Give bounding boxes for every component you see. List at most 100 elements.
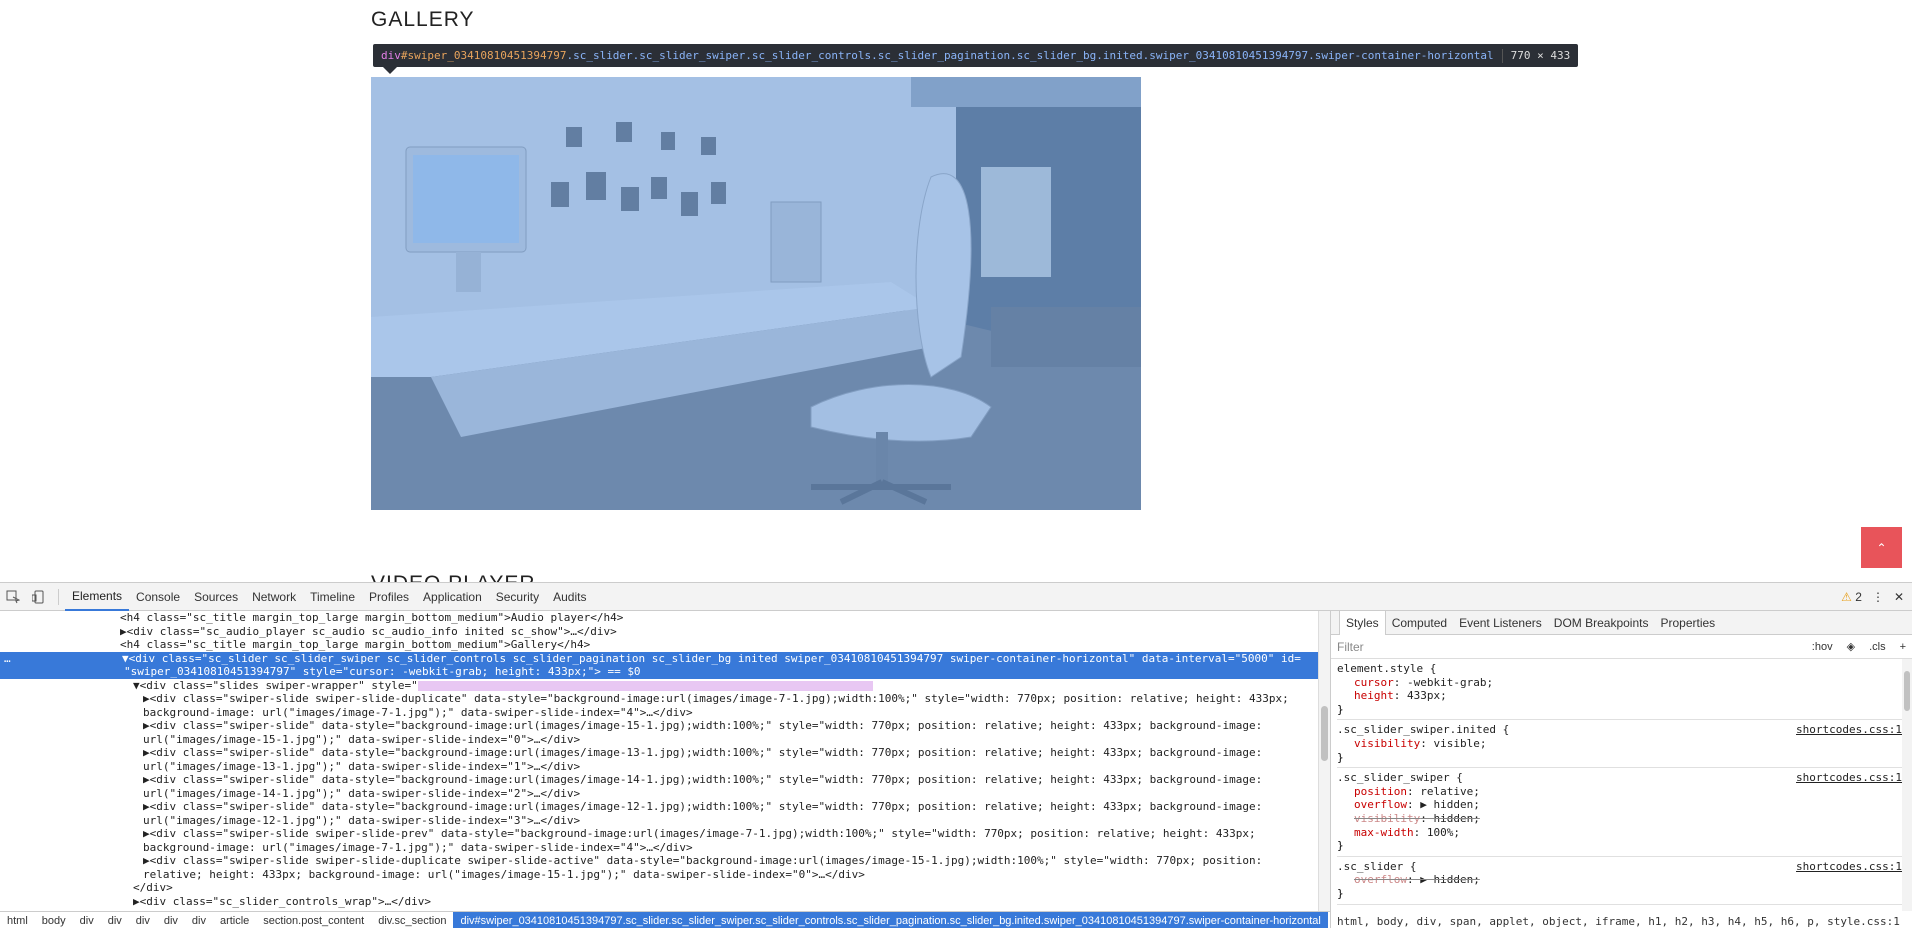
css-property-name: visibility <box>1354 736 1421 750</box>
breadcrumb-item[interactable]: div <box>185 912 213 928</box>
chevron-up-icon: ⌃ <box>1876 540 1887 555</box>
add-rule-button[interactable]: + <box>1900 641 1906 653</box>
tooltip-tag: div <box>381 49 401 62</box>
dom-node-line[interactable]: background-image: url("images/image-7-1.… <box>0 841 1318 855</box>
css-property-name: overflow <box>1354 798 1407 812</box>
css-property-name: visibility <box>1354 811 1421 825</box>
tab-audits[interactable]: Audits <box>546 583 593 611</box>
gallery-heading: GALLERY <box>371 8 475 31</box>
dom-node-line[interactable]: ▶<div class="swiper-slide" data-style="b… <box>0 746 1318 760</box>
dom-tree-scrollbar[interactable] <box>1318 611 1330 911</box>
dom-breadcrumbs: html body div div div div div article section.po… <box>0 911 1330 928</box>
dom-node-line[interactable]: ▶<div class="swiper-slide swiper-slide-p… <box>0 827 1318 841</box>
css-property[interactable]: overflow: ▶ hidden; <box>1337 873 1912 887</box>
css-source-link[interactable]: shortcodes.css:1 <box>1796 860 1902 874</box>
breadcrumb-item[interactable]: div <box>73 912 101 928</box>
warning-counter[interactable]: ⚠ 2 <box>1841 590 1862 604</box>
breadcrumb-item[interactable]: html <box>0 912 35 928</box>
tooltip-classes: .sc_slider.sc_slider_swiper.sc_slider_co… <box>566 49 1494 62</box>
dom-node-line[interactable]: url("images/image-14-1.jpg");" data-swip… <box>0 787 1318 801</box>
css-property-name: position <box>1354 784 1407 798</box>
scroll-to-top-button[interactable]: ⌃ <box>1861 527 1902 568</box>
breadcrumb-item[interactable]: article <box>213 912 256 928</box>
dom-node-line[interactable]: ▶<div class="swiper-slide" data-style="b… <box>0 800 1318 814</box>
css-property-name: height <box>1354 689 1394 703</box>
close-icon[interactable]: ✕ <box>1894 590 1904 604</box>
paint-icon[interactable]: ◈ <box>1847 640 1855 653</box>
css-rules-list: element.style {cursor: -webkit-grab; heig… <box>1331 659 1912 905</box>
dom-node-line[interactable]: <h4 class="sc_title margin_top_large mar… <box>0 611 1318 625</box>
css-source-link[interactable]: shortcodes.css:1 <box>1796 723 1902 737</box>
tab-application[interactable]: Application <box>416 583 489 611</box>
toolbar-right: ⚠ 2 ⋮ ✕ <box>1841 590 1912 604</box>
dom-node-line[interactable]: ▶<div class="swiper-slide swiper-slide-d… <box>0 692 1318 706</box>
breadcrumb-item[interactable]: body <box>35 912 73 928</box>
scrollbar-thumb[interactable] <box>1321 706 1328 761</box>
dom-node-line[interactable]: background-image: url("images/image-7-1.… <box>0 706 1318 720</box>
hover-state-toggle[interactable]: :hov <box>1812 641 1833 653</box>
css-selector[interactable]: element.style { <box>1337 662 1912 676</box>
tab-styles[interactable]: Styles <box>1339 611 1386 635</box>
dom-node-line[interactable]: ▶<div class="sc_slider_controls_wrap">…<… <box>0 895 1318 909</box>
tab-profiles[interactable]: Profiles <box>362 583 416 611</box>
scrollbar-thumb[interactable] <box>1904 671 1910 711</box>
css-property[interactable]: height: 433px; <box>1337 689 1912 703</box>
tab-network[interactable]: Network <box>245 583 303 611</box>
css-property-name: overflow <box>1354 873 1407 887</box>
dom-node-line[interactable]: url("images/image-12-1.jpg");" data-swip… <box>0 814 1318 828</box>
dom-node-line[interactable]: </div> <box>0 881 1318 895</box>
tab-elements[interactable]: Elements <box>65 583 130 611</box>
tab-event-listeners[interactable]: Event Listeners <box>1453 611 1548 635</box>
css-property[interactable]: visibility: visible; <box>1337 737 1912 751</box>
breadcrumb-item[interactable]: div <box>157 912 185 928</box>
css-rule: .sc_slider_swiper.inited {shortcodes.css… <box>1337 720 1912 769</box>
css-property[interactable]: cursor: -webkit-grab; <box>1337 676 1912 690</box>
gallery-slider[interactable] <box>371 77 1141 510</box>
dom-node-line[interactable]: ▶<div class="swiper-slide" data-style="b… <box>0 773 1318 787</box>
css-property-value: : hidden; <box>1420 811 1480 825</box>
breadcrumb-item[interactable]: div <box>101 912 129 928</box>
css-rule: element.style {cursor: -webkit-grab; heig… <box>1337 659 1912 721</box>
class-toggle[interactable]: .cls <box>1869 641 1886 653</box>
css-property[interactable]: visibility: hidden; <box>1337 812 1912 826</box>
dom-node-line[interactable]: ▶<div class="swiper-slide" data-style="b… <box>0 719 1318 733</box>
tab-properties[interactable]: Properties <box>1654 611 1721 635</box>
dom-node-line[interactable]: "swiper_03410810451394797" style="cursor… <box>0 665 1318 679</box>
tab-sources[interactable]: Sources <box>187 583 245 611</box>
element-inspector-tooltip: div #swiper_03410810451394797 .sc_slider.s… <box>373 44 1579 67</box>
selected-node-dots: … <box>4 651 11 665</box>
css-property[interactable]: overflow: ▶ hidden; <box>1337 798 1912 812</box>
tab-security[interactable]: Security <box>489 583 546 611</box>
css-source-link[interactable]: shortcodes.css:1 <box>1796 771 1902 785</box>
css-property[interactable]: max-width: 100%; <box>1337 826 1912 840</box>
tab-console[interactable]: Console <box>129 583 187 611</box>
dom-tree[interactable]: <h4 class="sc_title margin_top_large mar… <box>0 611 1318 928</box>
tab-timeline[interactable]: Timeline <box>303 583 362 611</box>
tab-dom-breakpoints[interactable]: DOM Breakpoints <box>1548 611 1655 635</box>
css-rule-close: } <box>1337 702 1344 716</box>
dom-node-line[interactable]: ▶<div class="sc_audio_player sc_audio sc… <box>0 625 1318 639</box>
breadcrumb-item[interactable]: div#swiper_03410810451394797.sc_slider.s… <box>453 912 1328 928</box>
more-options-icon[interactable]: ⋮ <box>1872 590 1884 604</box>
styles-filter-input[interactable]: Filter <box>1337 640 1798 654</box>
warning-count: 2 <box>1855 589 1862 604</box>
breadcrumb-item[interactable]: div.sc_section <box>371 912 453 928</box>
tab-computed[interactable]: Computed <box>1386 611 1453 635</box>
breadcrumb-item[interactable]: section.post_content <box>256 912 371 928</box>
css-rule: .sc_slider {shortcodes.css:1 overflow: ▶ … <box>1337 857 1912 905</box>
inspect-element-icon[interactable] <box>0 583 26 611</box>
dom-node-line[interactable]: ▼<div class="sc_slider sc_slider_swiper … <box>0 651 1318 665</box>
inherited-selector-line: html, body, div, span, applet, object, i… <box>1337 915 1900 928</box>
breadcrumb-item[interactable]: div <box>129 912 157 928</box>
css-property[interactable]: position: relative; <box>1337 785 1912 799</box>
device-mode-icon[interactable] <box>26 583 52 611</box>
css-rule-close: } <box>1337 886 1344 900</box>
dom-node-line[interactable]: url("images/image-13-1.jpg");" data-swip… <box>0 760 1318 774</box>
dom-node-line[interactable]: ▶<div class="swiper-slide swiper-slide-d… <box>0 854 1318 868</box>
dom-node-line[interactable]: <h4 class="sc_title margin_top_large mar… <box>0 638 1318 652</box>
dom-node-line[interactable]: ▼<div class="slides swiper-wrapper" styl… <box>0 679 1318 693</box>
styles-scrollbar[interactable] <box>1902 659 1912 911</box>
dom-node-line[interactable]: url("images/image-15-1.jpg");" data-swip… <box>0 733 1318 747</box>
dom-node-line[interactable]: relative; height: 433px; background-imag… <box>0 868 1318 882</box>
css-property-value: : -webkit-grab; <box>1393 675 1494 689</box>
